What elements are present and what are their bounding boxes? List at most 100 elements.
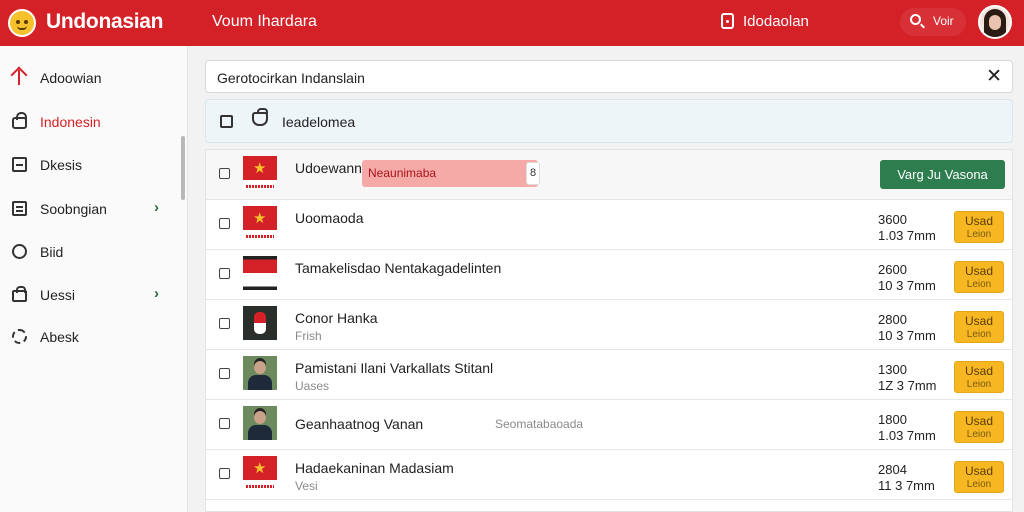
filter-bar: Ieadelomea <box>205 99 1013 143</box>
row-checkbox[interactable] <box>219 318 230 329</box>
sidebar-item-dkesis[interactable]: Dkesis <box>0 145 186 185</box>
row-checkbox[interactable] <box>219 218 230 229</box>
row-stat-count: 3600 <box>878 212 907 227</box>
use-button-sublabel: Leion <box>966 379 992 390</box>
sidebar-item-biid[interactable]: Biid <box>0 232 186 272</box>
search-icon[interactable] <box>910 14 921 25</box>
row-stats: 2800 10 3 7mm <box>878 312 936 344</box>
person-thumbnail <box>243 356 277 390</box>
sidebar-item-label: Dkesis <box>40 157 83 173</box>
row-stat-size: 1.03 7mm <box>878 228 936 243</box>
bag-icon <box>12 286 27 302</box>
row-checkbox[interactable] <box>219 168 230 179</box>
person-thumbnail <box>243 406 277 440</box>
use-button-label: Usad <box>964 364 993 378</box>
use-button[interactable]: Usad Leion <box>954 411 1004 443</box>
sidebar-item-label: Biid <box>40 244 64 260</box>
select-all-checkbox[interactable] <box>220 115 233 128</box>
document-icon <box>12 157 27 172</box>
chevron-right-icon[interactable]: › <box>154 199 159 216</box>
use-button-label: Usad <box>964 314 993 328</box>
use-button-sublabel: Leion <box>966 429 992 440</box>
flag-thumbnail: ★ <box>243 456 277 490</box>
row-checkbox[interactable] <box>219 268 230 279</box>
search-input-value[interactable]: Gerotocirkan Indanslain <box>217 70 365 86</box>
sidebar-item-label: Soobngian <box>40 201 107 217</box>
row-checkbox[interactable] <box>219 468 230 479</box>
flag-thumbnail: ★ <box>243 206 277 240</box>
results-list: ★ Udoewann Neaunimaba 8 Varg Ju Vasona ★… <box>205 149 1013 512</box>
search-input[interactable]: Gerotocirkan Indanslain ✕ <box>205 60 1013 93</box>
row-tag[interactable]: Neaunimaba 8 <box>362 160 540 187</box>
row-stats: 2804 11 3 7mm <box>878 462 935 494</box>
use-button-label: Usad <box>964 414 993 428</box>
header-search-label[interactable]: Voir <box>933 14 954 28</box>
sidebar-item-uessi[interactable]: Uessi › <box>0 275 186 315</box>
sidebar-item-label: Uessi <box>40 287 76 303</box>
list-item[interactable]: ★ Uoomaoda 3600 1.03 7mm Usad Leion <box>206 200 1012 250</box>
use-button-sublabel: Leion <box>966 479 992 490</box>
list-item[interactable]: Tamakelisdao Nentakagadelinten 2600 10 3 … <box>206 250 1012 300</box>
flag-thumbnail <box>243 256 277 290</box>
use-button[interactable]: Usad Leion <box>954 261 1004 293</box>
sidebar-item-label: Adoowian <box>40 70 102 86</box>
row-subtitle: Frish <box>295 329 322 343</box>
use-button-sublabel: Leion <box>966 229 992 240</box>
row-title: Pamistani Ilani Varkallats Stitanl <box>295 360 494 376</box>
use-button-sublabel: Leion <box>966 279 992 290</box>
flag-thumbnail: ★ <box>243 156 277 190</box>
header-location[interactable]: Idodaolan <box>743 13 809 30</box>
app-logo-icon[interactable] <box>8 9 36 37</box>
list-item[interactable]: ★ Hadaekaninan Madasiam Vesi 2804 11 3 7m… <box>206 450 1012 500</box>
app-title[interactable]: Undonasian <box>46 10 163 34</box>
use-button[interactable]: Usad Leion <box>954 361 1004 393</box>
row-title: Hadaekaninan Madasiam <box>295 460 454 476</box>
sidebar-item-adoowian[interactable]: Adoowian <box>0 58 186 98</box>
row-stat-count: 1300 <box>878 362 907 377</box>
primary-action-button[interactable]: Varg Ju Vasona <box>880 160 1005 189</box>
filter-label: Ieadelomea <box>282 114 356 130</box>
row-title: Conor Hanka <box>295 310 378 326</box>
row-stat-size: 1Z 3 7mm <box>878 378 937 393</box>
list-item[interactable]: ★ Udoewann Neaunimaba 8 Varg Ju Vasona <box>206 150 1012 200</box>
row-stats: 2600 10 3 7mm <box>878 262 936 294</box>
row-title: Geanhaatnog Vanan <box>295 416 424 432</box>
row-stat-size: 1.03 7mm <box>878 428 936 443</box>
row-checkbox[interactable] <box>219 418 230 429</box>
use-button-label: Usad <box>964 264 993 278</box>
use-button[interactable]: Usad Leion <box>954 211 1004 243</box>
location-icon[interactable] <box>721 13 734 29</box>
use-button-label: Usad <box>964 214 993 228</box>
row-title: Tamakelisdao Nentakagadelinten <box>295 260 502 276</box>
list-item[interactable]: Conor Hanka Frish 2800 10 3 7mm Usad Leion <box>206 300 1012 350</box>
use-button[interactable]: Usad Leion <box>954 461 1004 493</box>
row-extra: Seomatabaoada <box>495 417 584 431</box>
row-checkbox[interactable] <box>219 368 230 379</box>
chevron-right-icon[interactable]: › <box>154 285 159 302</box>
row-stat-size: 11 3 7mm <box>878 478 935 493</box>
row-stats: 1300 1Z 3 7mm <box>878 362 937 394</box>
row-stat-count: 2600 <box>878 262 907 277</box>
row-stat-size: 10 3 7mm <box>878 278 936 293</box>
sidebar-item-soobngian[interactable]: Soobngian › <box>0 189 186 229</box>
use-button[interactable]: Usad Leion <box>954 311 1004 343</box>
row-stat-count: 2804 <box>878 462 907 477</box>
row-stat-count: 2800 <box>878 312 907 327</box>
list-item[interactable]: Geanhaatnog Vanan Seomatabaoada 1800 1.03… <box>206 400 1012 450</box>
row-stat-count: 1800 <box>878 412 907 427</box>
list-item[interactable]: Pamistani Ilani Varkallats Stitanl Uases… <box>206 350 1012 400</box>
row-subtitle: Vesi <box>295 479 318 493</box>
avatar[interactable] <box>978 5 1012 39</box>
row-tag-label: Neaunimaba <box>368 166 437 180</box>
sidebar-item-indonesin[interactable]: Indonesin <box>0 102 186 142</box>
top-header: Undonasian Voum Ihardara Idodaolan Voir <box>0 0 1024 46</box>
close-icon[interactable]: ✕ <box>986 65 1002 88</box>
header-subtitle[interactable]: Voum Ihardara <box>212 13 317 31</box>
basket-icon <box>252 108 268 126</box>
home-icon <box>18 70 33 85</box>
row-subtitle: Uases <box>295 379 330 393</box>
circle-icon <box>12 244 27 259</box>
sidebar-item-abesk[interactable]: Abesk <box>0 317 186 357</box>
sidebar-scrollbar[interactable] <box>181 136 185 200</box>
row-stat-size: 10 3 7mm <box>878 328 936 343</box>
